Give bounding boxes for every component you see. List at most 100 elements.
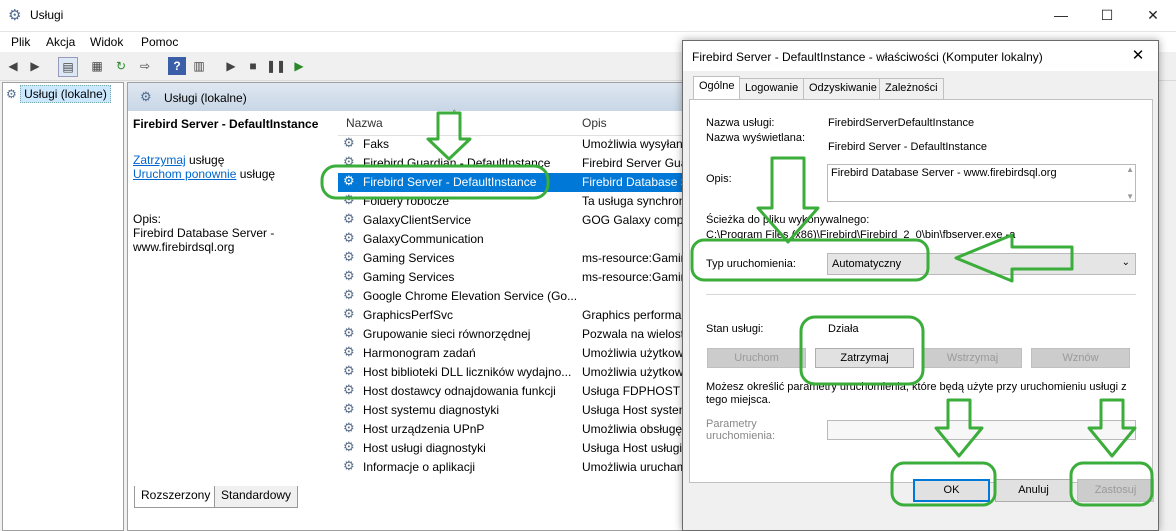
service-name-cell: Host dostawcy odnajdowania funkcji: [363, 384, 556, 398]
service-name-cell: GalaxyClientService: [363, 213, 472, 227]
tree-item-local-services[interactable]: ⚙ Usługi (lokalne): [6, 85, 111, 103]
menu-widok[interactable]: Widok: [90, 35, 123, 49]
stop-service-link[interactable]: Zatrzymaj: [133, 153, 186, 167]
cancel-button[interactable]: Anuluj: [995, 479, 1072, 502]
menu-akcja[interactable]: Akcja: [46, 35, 75, 49]
service-gear-icon: ⚙: [343, 287, 355, 302]
service-name-cell: GraphicsPerfSvc: [363, 308, 454, 322]
export-icon[interactable]: ⇨: [136, 57, 154, 75]
service-gear-icon: ⚙: [343, 154, 355, 169]
service-description-cell: Umożliwia wysyłanie: [582, 137, 686, 151]
service-gear-icon: ⚙: [343, 344, 355, 359]
table-row[interactable]: ⚙ Host urządzenia UPnP Umożliwia obsługę: [338, 420, 688, 439]
service-gear-icon: ⚙: [343, 211, 355, 226]
table-row[interactable]: ⚙ Host usługi diagnostyki Usługa Host usłu…: [338, 439, 688, 458]
menu-plik[interactable]: Plik: [11, 35, 30, 49]
service-gear-icon: ⚙: [343, 306, 355, 321]
service-gear-icon: ⚙: [343, 325, 355, 340]
column-header-description[interactable]: Opis: [582, 116, 607, 130]
table-row[interactable]: ⚙ Gaming Services ms-resource:Gaming: [338, 268, 688, 287]
table-row[interactable]: ⚙ GalaxyCommunication: [338, 230, 688, 249]
close-button[interactable]: ✕: [1130, 0, 1176, 31]
restart-service-suffix: usługę: [236, 167, 276, 181]
service-name-cell: Harmonogram zadań: [363, 346, 476, 360]
minimize-button[interactable]: —: [1038, 0, 1084, 31]
apply-button[interactable]: Zastosuj: [1077, 479, 1154, 502]
help-icon[interactable]: ?: [168, 57, 186, 75]
service-description-cell: ms-resource:Gaming: [582, 251, 686, 265]
pause-button[interactable]: Wstrzymaj: [923, 348, 1022, 368]
dialog-close-button[interactable]: ✕: [1118, 41, 1158, 71]
sort-chevron-icon: ^: [452, 109, 457, 120]
service-gear-icon: ⚙: [343, 458, 355, 473]
table-row[interactable]: ⚙ Foldery robocze Ta usługa synchronizuje: [338, 192, 688, 211]
table-row[interactable]: ⚙ GalaxyClientService GOG Galaxy component: [338, 211, 688, 230]
description-text: Firebird Database Server - www.firebirds…: [133, 226, 275, 254]
pause-service-icon[interactable]: ❚❚: [266, 57, 286, 75]
refresh-icon[interactable]: ↻: [112, 57, 130, 75]
services-gear-icon: ⚙: [6, 87, 17, 101]
table-row[interactable]: ⚙ Gaming Services ms-resource:Gaming: [338, 249, 688, 268]
restart-service-icon[interactable]: ▶: [290, 57, 308, 75]
service-status-label: Stan usługi:: [706, 323, 764, 335]
table-row[interactable]: ⚙ Host dostawcy odnajdowania funkcji Usług…: [338, 382, 688, 401]
service-name-cell: Host usługi diagnostyki: [363, 441, 486, 455]
service-status-value: Działa: [828, 323, 859, 335]
start-button[interactable]: Uruchom: [707, 348, 806, 368]
window-titlebar: ⚙ Usługi — ☐ ✕: [0, 0, 1176, 32]
scroll-down-icon[interactable]: ▼: [1126, 192, 1134, 201]
dialog-title: Firebird Server - DefaultInstance - właś…: [692, 50, 1043, 64]
table-row[interactable]: ⚙ Firebird Server - DefaultInstance Firebi…: [338, 173, 688, 192]
show-tree-icon[interactable]: ▤: [58, 57, 78, 77]
table-row[interactable]: ⚙ Host biblioteki DLL liczników wydajno..…: [338, 363, 688, 382]
table-row[interactable]: ⚙ GraphicsPerfSvc Graphics performance: [338, 306, 688, 325]
parameters-input[interactable]: [827, 420, 1136, 440]
stop-service-icon[interactable]: ■: [244, 57, 262, 75]
service-name-label: Nazwa usługi:: [706, 117, 775, 129]
path-value: C:\Program Files (x86)\Firebird\Firebird…: [706, 229, 1016, 241]
properties-icon[interactable]: ▦: [88, 57, 106, 75]
startup-type-select[interactable]: Automatyczny ⌄: [827, 253, 1136, 275]
table-row[interactable]: ⚙ Faks Umożliwia wysyłanie: [338, 135, 688, 154]
description-label: Opis:: [706, 173, 732, 185]
table-row[interactable]: ⚙ Harmonogram zadań Umożliwia użytkownikow…: [338, 344, 688, 363]
table-row[interactable]: ⚙ Firebird Guardian - DefaultInstance Fire…: [338, 154, 688, 173]
table-row[interactable]: ⚙ Grupowanie sieci równorzędnej Pozwala na…: [338, 325, 688, 344]
back-icon[interactable]: ◀: [4, 57, 22, 75]
console-icon[interactable]: ▥: [190, 57, 208, 75]
tab-standard[interactable]: Standardowy: [214, 486, 299, 508]
service-name-cell: Host biblioteki DLL liczników wydajno...: [363, 365, 572, 379]
startup-type-label: Typ uruchomienia:: [706, 258, 796, 270]
service-description-cell: Ta usługa synchronizuje: [582, 194, 686, 208]
service-gear-icon: ⚙: [343, 382, 355, 397]
service-description-cell: Usługa Host systemu: [582, 403, 686, 417]
general-tab-panel: Nazwa usługi: FirebirdServerDefaultInsta…: [689, 99, 1153, 483]
tab-extended[interactable]: Rozszerzony: [134, 486, 218, 508]
display-name-value: Firebird Server - DefaultInstance: [828, 141, 987, 153]
description-field[interactable]: Firebird Database Server - www.firebirds…: [827, 164, 1136, 202]
table-row[interactable]: ⚙ Informacje o aplikacji Umożliwia urucham…: [338, 458, 688, 477]
service-gear-icon: ⚙: [343, 401, 355, 416]
start-service-icon[interactable]: ▶: [222, 57, 240, 75]
table-row[interactable]: ⚙ Host systemu diagnostyki Usługa Host sys…: [338, 401, 688, 420]
service-description-cell: Umożliwia uruchamianie: [582, 460, 686, 474]
service-name-cell: Host systemu diagnostyki: [363, 403, 500, 417]
column-header-name[interactable]: Nazwa: [346, 116, 383, 130]
restart-service-link[interactable]: Uruchom ponownie: [133, 167, 236, 181]
service-description-cell: GOG Galaxy component: [582, 213, 686, 227]
service-gear-icon: ⚙: [343, 420, 355, 435]
path-label: Ścieżka do pliku wykonywalnego:: [706, 214, 870, 226]
pane-header: ⚙ Usługi (lokalne): [128, 83, 688, 111]
service-name-cell: GalaxyCommunication: [363, 232, 484, 246]
table-row[interactable]: ⚙ Google Chrome Elevation Service (Go...: [338, 287, 688, 306]
display-name-label: Nazwa wyświetlana:: [706, 132, 806, 144]
forward-icon[interactable]: ▶: [26, 57, 44, 75]
ok-button[interactable]: OK: [913, 479, 990, 502]
menu-pomoc[interactable]: Pomoc: [141, 35, 178, 49]
scroll-up-icon[interactable]: ▲: [1126, 165, 1134, 174]
service-gear-icon: ⚙: [343, 439, 355, 454]
maximize-button[interactable]: ☐: [1084, 0, 1130, 31]
service-gear-icon: ⚙: [343, 363, 355, 378]
stop-button[interactable]: Zatrzymaj: [815, 348, 914, 368]
resume-button[interactable]: Wznów: [1031, 348, 1130, 368]
